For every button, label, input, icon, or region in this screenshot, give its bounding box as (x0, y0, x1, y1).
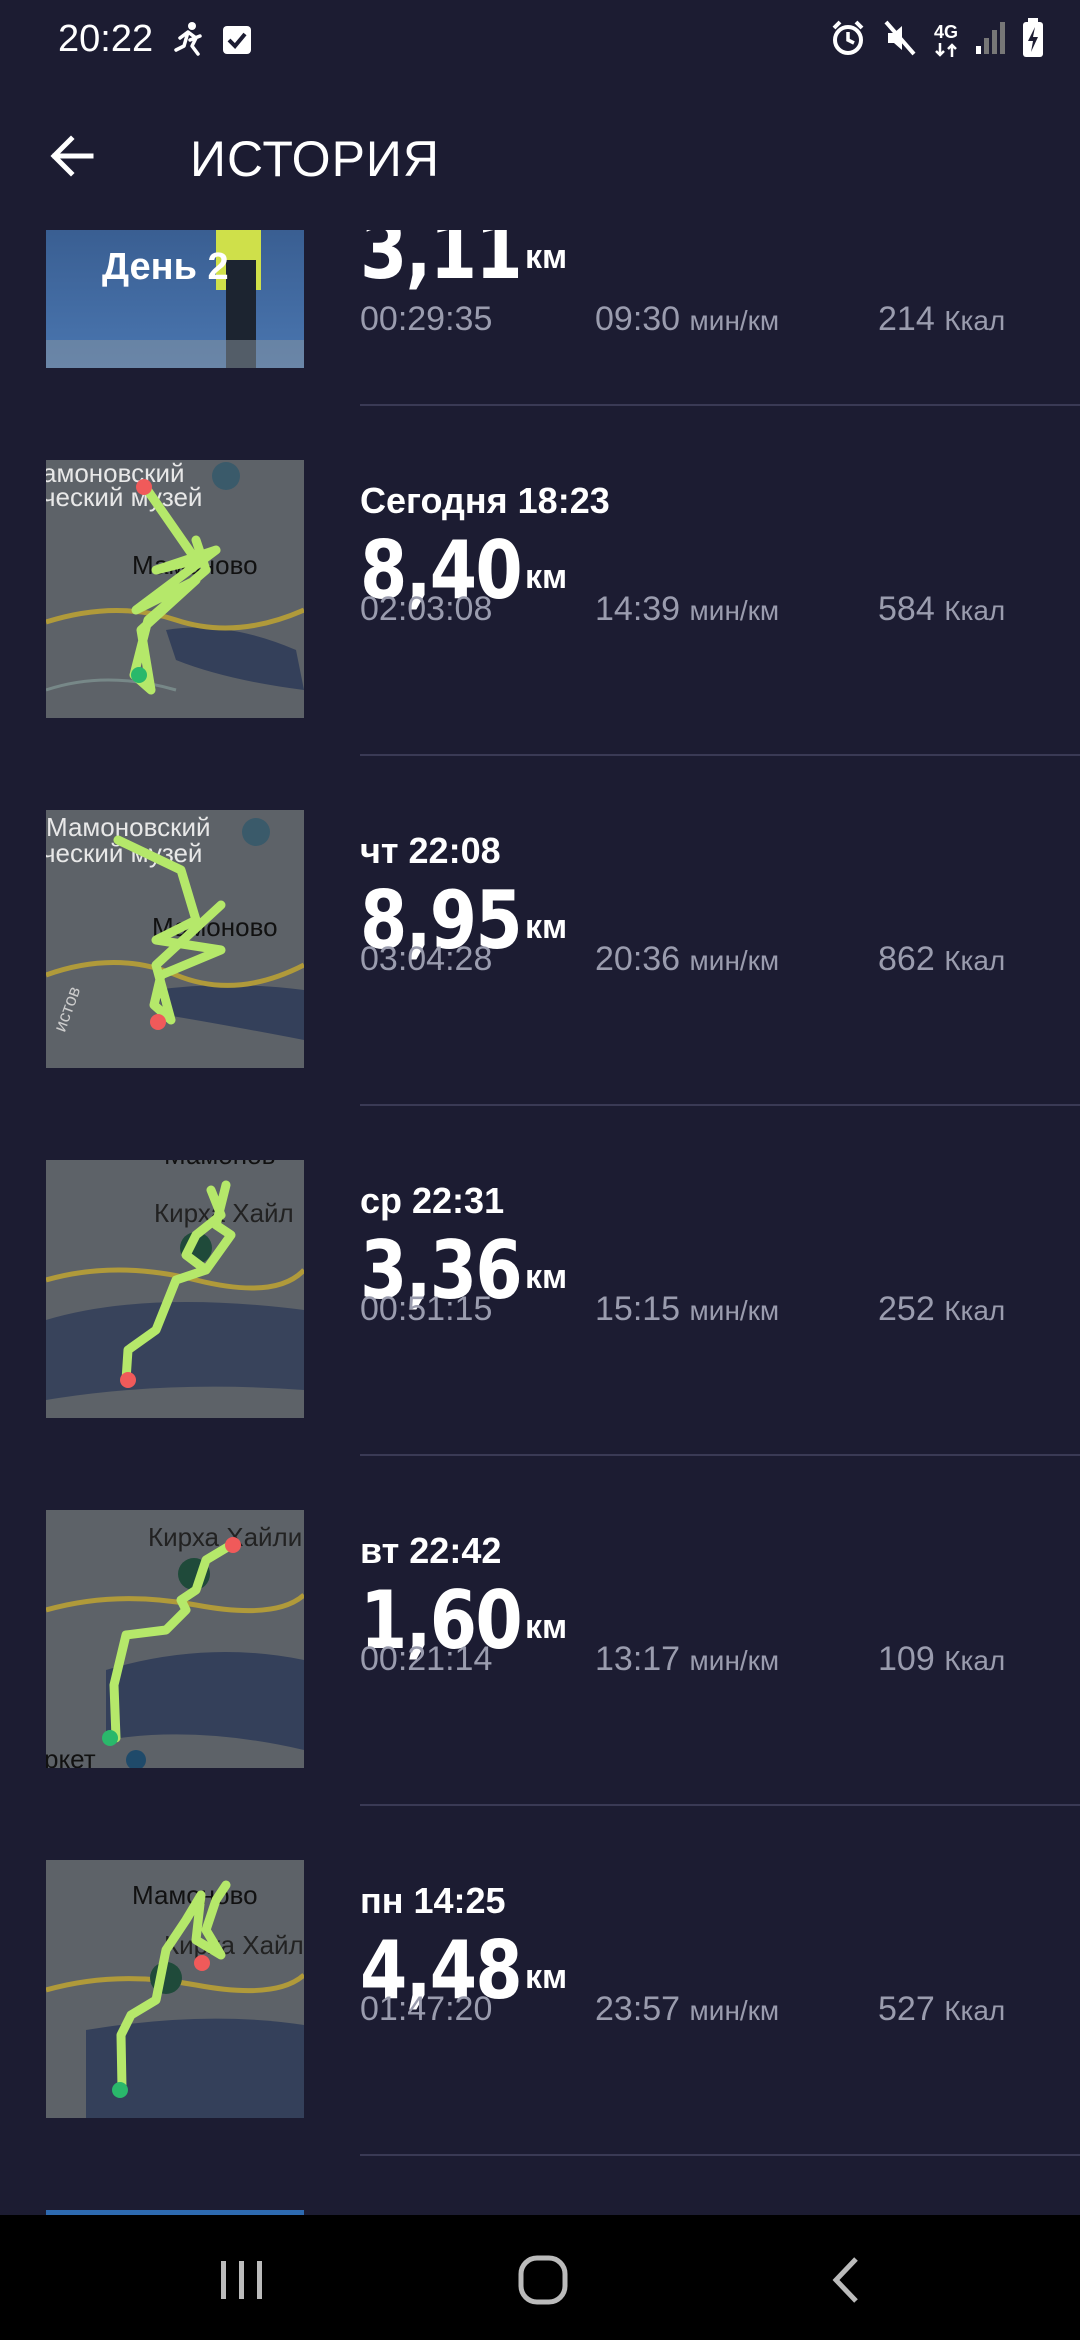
divider (360, 1454, 1080, 1456)
duration-value: 01:47:20 (360, 1990, 493, 2028)
thumbnail-label: День 2 (102, 246, 229, 288)
pace-value: 20:36 мин/км (595, 940, 780, 978)
status-bar: 20:22 4G (0, 0, 1080, 80)
workout-date: пн 14:25 (360, 1880, 506, 1921)
route-map-thumbnail: Мамоново Кирха Хайлиг (46, 1860, 304, 2118)
app-bar: ИСТОРИЯ (0, 80, 1080, 230)
distance-unit: км (525, 1258, 568, 1296)
history-item[interactable]: День 2 3,11 км 00:29:35 09:30 мин/км 214… (0, 230, 1080, 460)
route-map-thumbnail: Мамоновский ческий музей Мамоново истов (46, 810, 304, 1068)
calories-value: 214 Ккал (878, 300, 1006, 338)
divider (360, 1804, 1080, 1806)
route-map-thumbnail: амоновский ческий музей Мамоново (46, 460, 304, 718)
map-label: Кирха Хайлиг (164, 1930, 304, 1960)
map-label: ркет (46, 1744, 96, 1768)
distance-value: 3,11 (360, 230, 523, 297)
workout-date: ср 22:31 (360, 1180, 505, 1221)
back-icon (832, 2257, 858, 2303)
duration-value: 02:03:08 (360, 590, 493, 628)
route-map-thumbnail: Кирха Хайлиг ркет (46, 1510, 304, 1768)
calories-value: 109 Ккал (878, 1640, 1006, 1678)
running-icon (170, 20, 206, 65)
status-time: 20:22 (58, 18, 154, 60)
divider (360, 1104, 1080, 1106)
map-label: ческий музей (46, 482, 202, 512)
divider (360, 2154, 1080, 2156)
distance-unit: км (525, 908, 568, 946)
recent-apps-button[interactable] (202, 2245, 282, 2315)
duration-value: 00:21:14 (360, 1640, 493, 1678)
distance-unit: км (525, 1608, 568, 1646)
mute-icon (882, 18, 918, 63)
pace-value: 13:17 мин/км (595, 1640, 780, 1678)
history-item[interactable]: Мамоново Кирха Хайлиг пн 14:25 4,48 км 0… (0, 1860, 1080, 2210)
history-item[interactable]: Мамонов Кирха Хайл ср 22:31 3,36 км 00:5… (0, 1160, 1080, 1510)
route-map-thumbnail: Мамонов Кирха Хайл (46, 1160, 304, 1418)
arrow-left-icon (50, 135, 94, 177)
navigation-bar (0, 2215, 1080, 2340)
battery-charging-icon (1022, 18, 1044, 63)
page-title: ИСТОРИЯ (190, 131, 440, 187)
distance-unit: км (525, 238, 568, 276)
distance-unit: км (525, 1958, 568, 1996)
checkbox-icon (220, 20, 254, 65)
history-item[interactable]: амоновский ческий музей Мамоново Сегодня… (0, 460, 1080, 810)
workout-date: вт 22:42 (360, 1530, 502, 1571)
divider (360, 754, 1080, 756)
duration-value: 03:04:28 (360, 940, 493, 978)
calories-value: 584 Ккал (878, 590, 1006, 628)
back-button[interactable] (36, 120, 108, 192)
history-item[interactable]: Мамоновский ческий музей Мамоново истов … (0, 810, 1080, 1160)
pace-value: 23:57 мин/км (595, 1990, 780, 2028)
distance-unit: км (525, 558, 568, 596)
pace-value: 14:39 мин/км (595, 590, 780, 628)
network-4g-icon: 4G (934, 23, 958, 59)
workout-thumbnail: День 2 (46, 230, 304, 368)
divider (360, 404, 1080, 406)
pace-value: 09:30 мин/км (595, 300, 780, 338)
network-label: 4G (933, 21, 958, 42)
calories-value: 527 Ккал (878, 1990, 1006, 2028)
nav-back-button[interactable] (806, 2245, 886, 2315)
home-button[interactable] (503, 2245, 583, 2315)
alarm-icon (830, 18, 866, 63)
duration-value: 00:51:15 (360, 1290, 493, 1328)
history-list[interactable]: День 2 3,11 км 00:29:35 09:30 мин/км 214… (0, 230, 1080, 2215)
workout-date: чт 22:08 (360, 830, 501, 871)
workout-date: Сегодня 18:23 (360, 480, 610, 521)
map-label: Мамонов (164, 1160, 275, 1170)
recent-apps-icon (221, 2261, 262, 2299)
home-icon (518, 2255, 568, 2305)
pace-value: 15:15 мин/км (595, 1290, 780, 1328)
history-item[interactable]: Кирха Хайлиг ркет вт 22:42 1,60 км 00:21… (0, 1510, 1080, 1860)
calories-value: 862 Ккал (878, 940, 1006, 978)
duration-value: 00:29:35 (360, 300, 493, 338)
signal-icon (974, 20, 1006, 61)
calories-value: 252 Ккал (878, 1290, 1006, 1328)
